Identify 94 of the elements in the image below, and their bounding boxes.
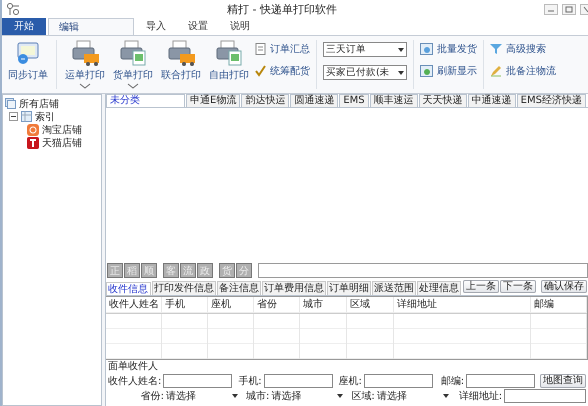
input-field[interactable] [504, 388, 586, 402]
courier-tab[interactable]: EMS经济快递 [516, 94, 586, 107]
select-field[interactable]: 请选择 [166, 390, 240, 402]
ribbon-link[interactable]: 批量发货 [420, 42, 477, 56]
column-header: 省份 [254, 297, 300, 313]
column-header: 城市 [300, 297, 347, 313]
courier-tab[interactable]: 天天快递 [418, 94, 467, 107]
printer-icon [214, 40, 244, 66]
column-header: 区域 [347, 297, 394, 313]
field-label: 省份: [140, 390, 164, 402]
column-header: 手机 [162, 297, 208, 313]
funnel-icon [490, 43, 502, 55]
save-button[interactable]: 确认保存 [541, 280, 587, 293]
start-menu-button[interactable]: 开始 [2, 18, 46, 35]
field-label: 收件人姓名: [108, 374, 162, 388]
courier-tab[interactable]: 韵达快运 [241, 94, 290, 107]
map-query-button[interactable]: 地图查询 [540, 374, 586, 388]
tree-item[interactable]: 索引 [35, 110, 55, 124]
window-title: 精打 - 快递单打印软件 [226, 2, 338, 16]
select-field[interactable]: 请选择 [271, 390, 346, 402]
detail-tab[interactable]: 订单费用信息 [262, 281, 326, 295]
dropdown-arrow-icon [442, 394, 449, 398]
field-label: 邮编: [440, 374, 464, 388]
input-field[interactable] [163, 374, 232, 388]
field-label: 手机: [238, 374, 262, 388]
column-header: 邮编 [531, 297, 587, 313]
ribbon-tab[interactable]: 编辑 [48, 18, 134, 35]
field-label: 城市: [246, 390, 270, 402]
section-title: 面单收件人 [108, 361, 159, 373]
chevron-down-icon[interactable] [79, 83, 91, 89]
field-label: 详细地址: [458, 390, 502, 402]
filter-dropdown[interactable]: 三天订单 [323, 42, 407, 57]
nav-button[interactable]: 下一条 [500, 280, 536, 293]
detail-tab[interactable]: 打印发件信息 [152, 281, 216, 295]
ribbon-tab[interactable]: 导入 [136, 18, 176, 35]
ribbon-link[interactable]: 统筹配货 [255, 64, 310, 78]
checkmark-icon [255, 65, 266, 77]
input-field[interactable] [364, 374, 433, 388]
column-header: 座机 [208, 297, 254, 313]
ribbon-link[interactable]: 刷新显示 [420, 64, 477, 78]
stores-icon [5, 98, 16, 109]
field-label: 区域: [351, 390, 375, 402]
print-button[interactable]: 运单打印 [63, 40, 107, 82]
column-header: 详细地址 [394, 297, 531, 313]
tree-item[interactable]: 所有店铺 [19, 96, 59, 110]
ribbon-tab[interactable]: 说明 [220, 18, 260, 35]
detail-tab[interactable]: 订单明细 [327, 281, 371, 295]
document-icon [255, 43, 266, 55]
collapse-icon[interactable] [9, 112, 18, 121]
sync-orders-button[interactable]: 同步订单 [6, 40, 50, 82]
tree-item[interactable]: 天猫店铺 [42, 136, 82, 150]
close-icon[interactable] [580, 4, 588, 14]
ribbon-link[interactable]: 订单汇总 [255, 42, 310, 56]
courier-tab[interactable]: 未分类 [106, 94, 185, 107]
text-field[interactable] [258, 262, 588, 278]
restore-icon[interactable] [562, 4, 576, 14]
detail-tab[interactable]: 处理信息 [417, 281, 461, 295]
detail-tab[interactable]: 备注信息 [217, 281, 261, 295]
filter-dropdown[interactable]: 买家已付款(未 [323, 65, 407, 80]
minimize-icon[interactable] [544, 4, 558, 14]
monitor-sync-icon [15, 40, 41, 66]
print-button[interactable]: 自由打印 [207, 40, 251, 82]
tree-item[interactable]: 淘宝店铺 [42, 122, 82, 136]
app-logo-icon [6, 2, 20, 16]
courier-tab[interactable]: EMS [339, 94, 369, 107]
dropdown-arrow-icon [337, 394, 344, 398]
column-header: 收件人姓名 [106, 297, 162, 313]
nav-button[interactable]: 上一条 [463, 280, 499, 293]
input-field[interactable] [264, 374, 332, 388]
detail-tab[interactable]: 收件信息 [106, 282, 151, 295]
dropdown-arrow-icon [398, 70, 404, 74]
ribbon-tab[interactable]: 设置 [178, 18, 218, 35]
select-field[interactable]: 请选择 [376, 390, 451, 402]
store-badge-icon [27, 136, 39, 148]
field-label: 座机: [338, 374, 362, 388]
dropdown-arrow-icon [398, 48, 404, 52]
courier-tab[interactable]: 圆通速递 [290, 94, 338, 107]
courier-tab[interactable]: 顺丰速运 [370, 94, 418, 107]
ribbon-link[interactable]: 高级搜索 [490, 42, 556, 56]
print-button[interactable]: 货单打印 [111, 40, 155, 82]
input-field[interactable] [466, 374, 535, 388]
dropdown-arrow-icon [232, 394, 238, 398]
print-button[interactable]: 联合打印 [159, 40, 203, 82]
grid-icon [21, 111, 32, 122]
printer-icon [70, 40, 100, 66]
printer-icon [118, 40, 148, 66]
printer-icon [166, 40, 196, 66]
ribbon-link[interactable]: 批备注物流 [490, 64, 556, 78]
courier-tab[interactable]: 申通E物流 [186, 94, 240, 107]
pencil-icon [490, 65, 502, 77]
chevron-down-icon[interactable] [127, 83, 139, 89]
store-badge-icon [27, 124, 39, 136]
courier-tab[interactable]: 中通速递 [468, 94, 516, 107]
detail-tab[interactable]: 派送范围 [372, 281, 416, 295]
